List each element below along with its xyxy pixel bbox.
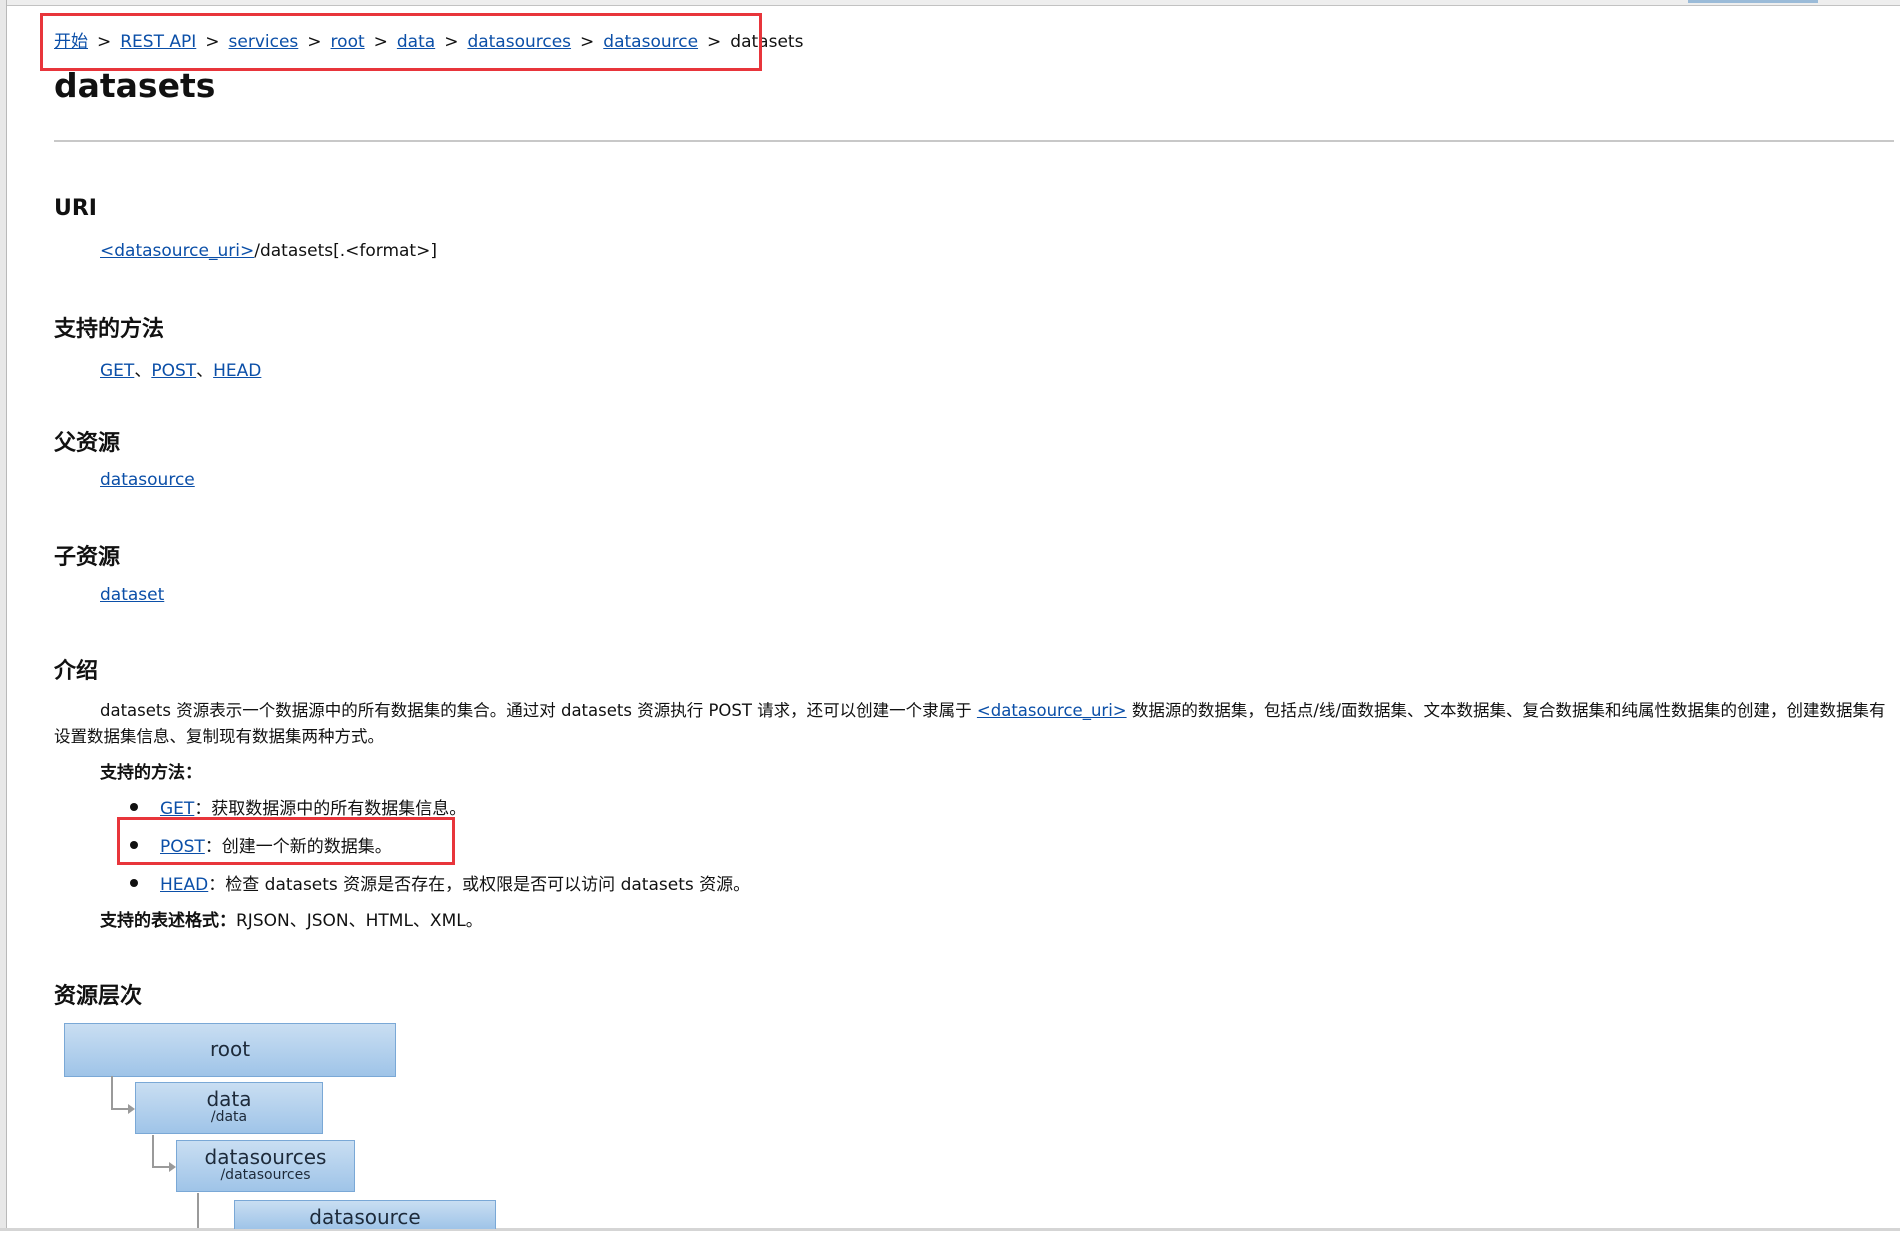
section-heading-child: 子资源 [54,545,121,570]
intro-method-head-link[interactable]: HEAD [160,875,208,895]
hierarchy-node-datasource[interactable]: datasource [234,1200,496,1229]
child-line: dataset [100,585,164,605]
method-link-post[interactable]: POST [151,361,196,381]
title-divider [54,140,1894,142]
window-left-edge [0,0,7,1231]
parent-resource-link[interactable]: datasource [100,470,195,490]
arrow-right-icon [128,1104,135,1114]
node-path: /data [210,1109,248,1125]
section-heading-intro: 介绍 [54,659,99,684]
page-title: datasets [54,66,216,105]
connector-line [111,1076,113,1109]
parent-line: datasource [100,470,195,490]
supported-methods-label: 支持的方法： [100,763,202,783]
node-name: datasources [204,1145,327,1169]
connector-line [197,1193,199,1228]
intro-text-before: datasets 资源表示一个数据源中的所有数据集的集合。通过对 dataset… [100,701,977,720]
method-separator: 、 [134,361,152,381]
node-name: root [209,1037,251,1061]
formats-line: 支持的表述格式：RJSON、JSON、HTML、XML。 [100,906,483,931]
arrow-right-icon [169,1162,176,1172]
intro-method-get-link[interactable]: GET [160,799,194,819]
method-desc: ：检查 datasets 资源是否存在，或权限是否可以访问 datasets 资… [208,875,751,895]
horizontal-scrollbar-thumb[interactable] [1688,0,1818,3]
child-resource-link[interactable]: dataset [100,585,164,605]
node-path: /datasources [220,1167,311,1183]
hierarchy-node-data[interactable]: data /data [135,1082,323,1134]
uri-suffix: /datasets[.<format>] [254,241,437,261]
method-link-get[interactable]: GET [100,361,134,381]
highlight-box-breadcrumb [40,13,762,71]
intro-datasource-uri-link[interactable]: <datasource_uri> [977,701,1127,720]
intro-paragraph: datasets 资源表示一个数据源中的所有数据集的集合。通过对 dataset… [54,698,1894,750]
hierarchy-node-root[interactable]: root [64,1023,396,1077]
hierarchy-node-datasources[interactable]: datasources /datasources [176,1140,355,1192]
datasource-uri-link[interactable]: <datasource_uri> [100,241,254,261]
node-name: datasource [309,1205,421,1229]
method-desc: ：获取数据源中的所有数据集信息。 [194,799,467,819]
method-link-head[interactable]: HEAD [213,361,261,381]
methods-line: GET、POST、HEAD [100,356,261,381]
highlight-box-post [117,817,455,865]
uri-line: <datasource_uri>/datasets[.<format>] [100,241,437,261]
section-heading-methods: 支持的方法 [54,317,165,342]
connector-line [152,1135,154,1167]
section-heading-parent: 父资源 [54,431,121,456]
bullet-icon [130,879,138,887]
bullet-icon [130,803,138,811]
formats-value: RJSON、JSON、HTML、XML。 [236,911,483,931]
list-item-get: GET：获取数据源中的所有数据集信息。 [130,794,466,819]
node-name: data [206,1087,252,1111]
method-separator: 、 [196,361,214,381]
formats-label: 支持的表述格式： [100,911,236,931]
section-heading-uri: URI [54,196,97,221]
window-top-edge [0,0,1900,6]
section-heading-hierarchy: 资源层次 [54,984,143,1009]
list-item-head: HEAD：检查 datasets 资源是否存在，或权限是否可以访问 datase… [130,870,750,895]
